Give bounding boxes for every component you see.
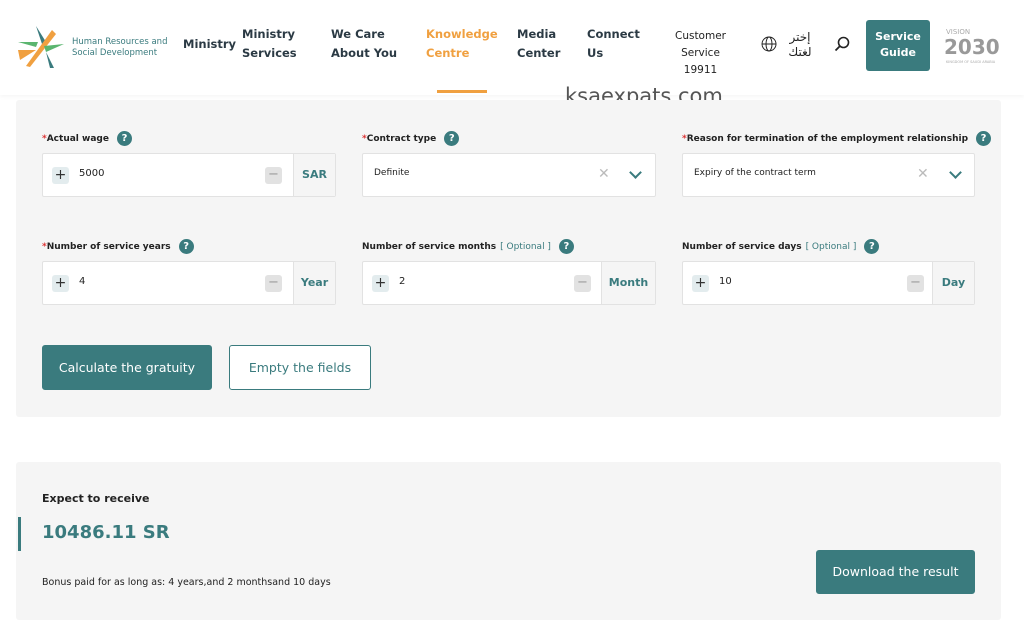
ministry-logo[interactable] bbox=[16, 24, 66, 68]
vision-2030-logo: VISION2030KINGDOM OF SAUDI ARABIA bbox=[944, 28, 1000, 64]
service-days-stepper[interactable]: + 10 − Day bbox=[682, 261, 975, 305]
active-nav-indicator bbox=[437, 90, 487, 93]
service-years-stepper[interactable]: + 4 − Year bbox=[42, 261, 336, 305]
service-guide-button[interactable]: Service Guide bbox=[866, 20, 930, 71]
svg-text:KINGDOM OF SAUDI ARABIA: KINGDOM OF SAUDI ARABIA bbox=[946, 60, 996, 64]
header: Human Resources and Social Development Mi… bbox=[0, 0, 1024, 95]
nav-connect-us[interactable]: Connect Us bbox=[587, 25, 640, 63]
minus-icon[interactable]: − bbox=[265, 167, 282, 184]
download-result-button[interactable]: Download the result bbox=[816, 550, 975, 594]
service-months-input[interactable]: 2 bbox=[399, 276, 405, 287]
contract-type-label: *Contract type? bbox=[362, 131, 460, 146]
result-panel: Expect to receive 10486.11 SR Bonus paid… bbox=[16, 462, 1001, 620]
result-title: Expect to receive bbox=[42, 492, 150, 505]
clear-icon[interactable]: ✕ bbox=[917, 166, 929, 182]
selected-value: Definite bbox=[374, 168, 410, 178]
bonus-duration: Bonus paid for as long as: 4 years,and 2… bbox=[42, 577, 331, 588]
service-years-input[interactable]: 4 bbox=[79, 276, 85, 287]
calculate-gratuity-button[interactable]: Calculate the gratuity bbox=[42, 345, 212, 390]
actual-wage-label: *Actual wage? bbox=[42, 131, 132, 146]
nav-we-care[interactable]: We Care About You bbox=[331, 25, 416, 63]
help-icon[interactable]: ? bbox=[178, 239, 194, 254]
help-icon[interactable]: ? bbox=[976, 131, 992, 146]
globe-icon[interactable] bbox=[761, 36, 777, 52]
unit-label: Year bbox=[293, 262, 335, 304]
plus-icon[interactable]: + bbox=[372, 275, 389, 292]
nav-customer-service[interactable]: Customer Service 19911 bbox=[668, 28, 733, 79]
minus-icon[interactable]: − bbox=[265, 275, 282, 292]
nav-media-center[interactable]: Media Center bbox=[517, 25, 562, 63]
calculator-form: *Actual wage? + 5000 − SAR *Contract typ… bbox=[16, 100, 1001, 417]
language-selector[interactable]: إختر لغتك bbox=[785, 30, 815, 60]
result-amount: 10486.11 SR bbox=[42, 522, 170, 543]
termination-reason-label: *Reason for termination of the employmen… bbox=[682, 131, 992, 146]
actual-wage-stepper[interactable]: + 5000 − SAR bbox=[42, 153, 336, 197]
service-months-label: Number of service months[ Optional ]? bbox=[362, 239, 574, 254]
service-days-input[interactable]: 10 bbox=[719, 276, 732, 287]
service-years-label: *Number of service years? bbox=[42, 239, 194, 254]
empty-fields-button[interactable]: Empty the fields bbox=[229, 345, 371, 390]
minus-icon[interactable]: − bbox=[907, 275, 924, 292]
plus-icon[interactable]: + bbox=[52, 167, 69, 184]
unit-label: Day bbox=[932, 262, 974, 304]
chevron-down-icon[interactable] bbox=[949, 166, 962, 179]
plus-icon[interactable]: + bbox=[692, 275, 709, 292]
clear-icon[interactable]: ✕ bbox=[598, 166, 610, 182]
selected-value: Expiry of the contract term bbox=[694, 168, 816, 178]
help-icon[interactable]: ? bbox=[116, 131, 132, 146]
unit-label: Month bbox=[601, 262, 655, 304]
nav-ministry[interactable]: Ministry bbox=[183, 35, 236, 54]
unit-label: SAR bbox=[293, 154, 335, 196]
chevron-down-icon[interactable] bbox=[629, 166, 642, 179]
svg-text:2030: 2030 bbox=[944, 35, 1000, 59]
help-icon[interactable]: ? bbox=[444, 131, 460, 146]
nav-knowledge-centre[interactable]: Knowledge Centre bbox=[426, 25, 498, 63]
contract-type-select[interactable]: Definite ✕ bbox=[362, 153, 656, 197]
plus-icon[interactable]: + bbox=[52, 275, 69, 292]
service-days-label: Number of service days[ Optional ]? bbox=[682, 239, 880, 254]
help-icon[interactable]: ? bbox=[864, 239, 880, 254]
minus-icon[interactable]: − bbox=[574, 275, 591, 292]
actual-wage-input[interactable]: 5000 bbox=[79, 168, 104, 179]
accent-bar bbox=[18, 517, 21, 551]
help-icon[interactable]: ? bbox=[558, 239, 574, 254]
nav-ministry-services[interactable]: Ministry Services bbox=[242, 25, 302, 63]
search-icon[interactable] bbox=[834, 36, 850, 52]
logo-text: Human Resources and Social Development bbox=[72, 37, 168, 58]
termination-reason-select[interactable]: Expiry of the contract term ✕ bbox=[682, 153, 975, 197]
service-months-stepper[interactable]: + 2 − Month bbox=[362, 261, 656, 305]
